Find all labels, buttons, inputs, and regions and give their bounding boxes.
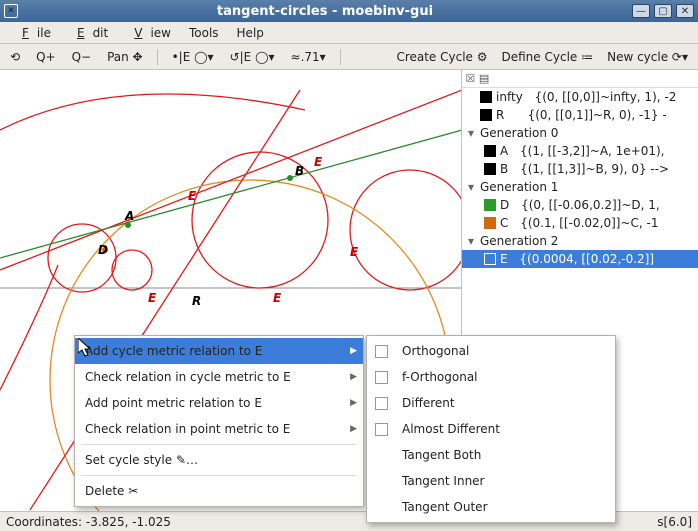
svg-text:E: E <box>350 245 359 259</box>
status-coords: Coordinates: -3.825, -1.025 <box>6 515 171 529</box>
menu-separator <box>81 444 357 445</box>
separator <box>157 49 158 65</box>
status-scale: s[6.0] <box>657 515 692 529</box>
tree-item-e[interactable]: E {(0.0004, [[0.02,-0.2]] <box>462 250 698 268</box>
window-buttons: — ▢ ✕ <box>632 4 694 18</box>
svg-text:B: B <box>295 164 304 178</box>
tree-expand-icon[interactable]: ▤ <box>479 72 489 85</box>
tree-item-c[interactable]: C {(0.1, [[-0.02,0]]~C, -1 <box>462 214 698 232</box>
context-submenu: Orthogonal f-Orthogonal Different Almost… <box>366 335 616 523</box>
menu-tools[interactable]: Tools <box>181 23 227 43</box>
svg-text:E: E <box>314 155 323 169</box>
menu-separator <box>81 475 357 476</box>
submenu-arrow-icon: ▶ <box>350 424 357 434</box>
separator <box>340 49 341 65</box>
menu-view[interactable]: View <box>118 23 179 43</box>
maximize-button[interactable]: ▢ <box>654 4 672 18</box>
pan-button[interactable]: Pan ✥ <box>103 48 147 66</box>
tree-item-infty[interactable]: infty {(0, [[0,0]]~infty, 1), -2 <box>462 88 698 106</box>
ctx-add-cycle-metric[interactable]: Add cycle metric relation to E▶ <box>75 338 363 364</box>
toolbar: ⟲ Q+ Q− Pan ✥ •|E ◯▾ ↺|E ◯▾ ≈.71▾ Create… <box>0 44 698 70</box>
tree-item-d[interactable]: D {(0, [[-0.06,0.2]]~D, 1, <box>462 196 698 214</box>
svg-text:D: D <box>98 243 108 257</box>
ctx-check-point-metric[interactable]: Check relation in point metric to E▶ <box>75 416 363 442</box>
context-menu: Add cycle metric relation to E▶ Check re… <box>74 335 364 507</box>
svg-text:E: E <box>148 291 157 305</box>
sub-tangent-outer[interactable]: Tangent Outer <box>367 494 615 520</box>
submenu-arrow-icon: ▶ <box>350 398 357 408</box>
checkbox-icon <box>375 371 388 384</box>
twisty-icon[interactable]: ▾ <box>466 180 476 194</box>
checkbox-icon <box>375 345 388 358</box>
approx-button[interactable]: ≈.71▾ <box>287 48 330 66</box>
mode-point-button[interactable]: •|E ◯▾ <box>168 48 218 66</box>
menubar: File Edit View Tools Help <box>0 22 698 44</box>
menu-edit[interactable]: Edit <box>61 23 116 43</box>
sub-different[interactable]: Different <box>367 390 615 416</box>
svg-text:A: A <box>124 209 134 223</box>
minimize-button[interactable]: — <box>632 4 650 18</box>
tree-group-gen0[interactable]: ▾ Generation 0 <box>462 124 698 142</box>
twisty-icon[interactable]: ▾ <box>466 234 476 248</box>
svg-text:R: R <box>192 294 201 308</box>
zoom-out-button[interactable]: Q− <box>68 48 96 66</box>
zoom-in-button[interactable]: Q+ <box>32 48 60 66</box>
tree-item-a[interactable]: A {(1, [[-3,2]]~A, 1e+01), <box>462 142 698 160</box>
tree-collapse-icon[interactable]: ⮽ <box>466 72 475 85</box>
svg-text:E: E <box>273 291 282 305</box>
new-cycle-button[interactable]: New cycle ⟳▾ <box>603 48 692 66</box>
menu-file[interactable]: File <box>6 23 59 43</box>
tree-item-b[interactable]: B {(1, [[1,3]]~B, 9), 0} --> <box>462 160 698 178</box>
create-cycle-button[interactable]: Create Cycle ⚙ <box>392 48 491 66</box>
tree-toolbar: ⮽ ▤ <box>462 70 698 88</box>
submenu-arrow-icon: ▶ <box>350 372 357 382</box>
ctx-add-point-metric[interactable]: Add point metric relation to E▶ <box>75 390 363 416</box>
titlebar: ✕ tangent-circles - moebinv-gui — ▢ ✕ <box>0 0 698 22</box>
reload-button[interactable]: ⟲ <box>6 48 24 66</box>
ctx-check-cycle-metric[interactable]: Check relation in cycle metric to E▶ <box>75 364 363 390</box>
sub-tangent-both[interactable]: Tangent Both <box>367 442 615 468</box>
tree-group-gen1[interactable]: ▾ Generation 1 <box>462 178 698 196</box>
ctx-delete[interactable]: Delete ✂ <box>75 478 363 504</box>
sub-almost-different[interactable]: Almost Different <box>367 416 615 442</box>
twisty-icon[interactable]: ▾ <box>466 126 476 140</box>
submenu-arrow-icon: ▶ <box>350 346 357 356</box>
define-cycle-button[interactable]: Define Cycle ≔ <box>498 48 598 66</box>
sub-tangent-inner[interactable]: Tangent Inner <box>367 468 615 494</box>
ctx-set-style[interactable]: Set cycle style ✎… <box>75 447 363 473</box>
window-title: tangent-circles - moebinv-gui <box>24 4 626 19</box>
close-button[interactable]: ✕ <box>676 4 694 18</box>
mode-rotate-button[interactable]: ↺|E ◯▾ <box>226 48 279 66</box>
tree-item-r[interactable]: R {(0, [[0,1]]~R, 0), -1} - <box>462 106 698 124</box>
menu-help[interactable]: Help <box>229 23 272 43</box>
checkbox-icon <box>375 397 388 410</box>
sub-f-orthogonal[interactable]: f-Orthogonal <box>367 364 615 390</box>
app-icon: ✕ <box>4 4 18 18</box>
svg-text:E: E <box>188 189 197 203</box>
sub-orthogonal[interactable]: Orthogonal <box>367 338 615 364</box>
checkbox-icon <box>375 423 388 436</box>
tree-group-gen2[interactable]: ▾ Generation 2 <box>462 232 698 250</box>
